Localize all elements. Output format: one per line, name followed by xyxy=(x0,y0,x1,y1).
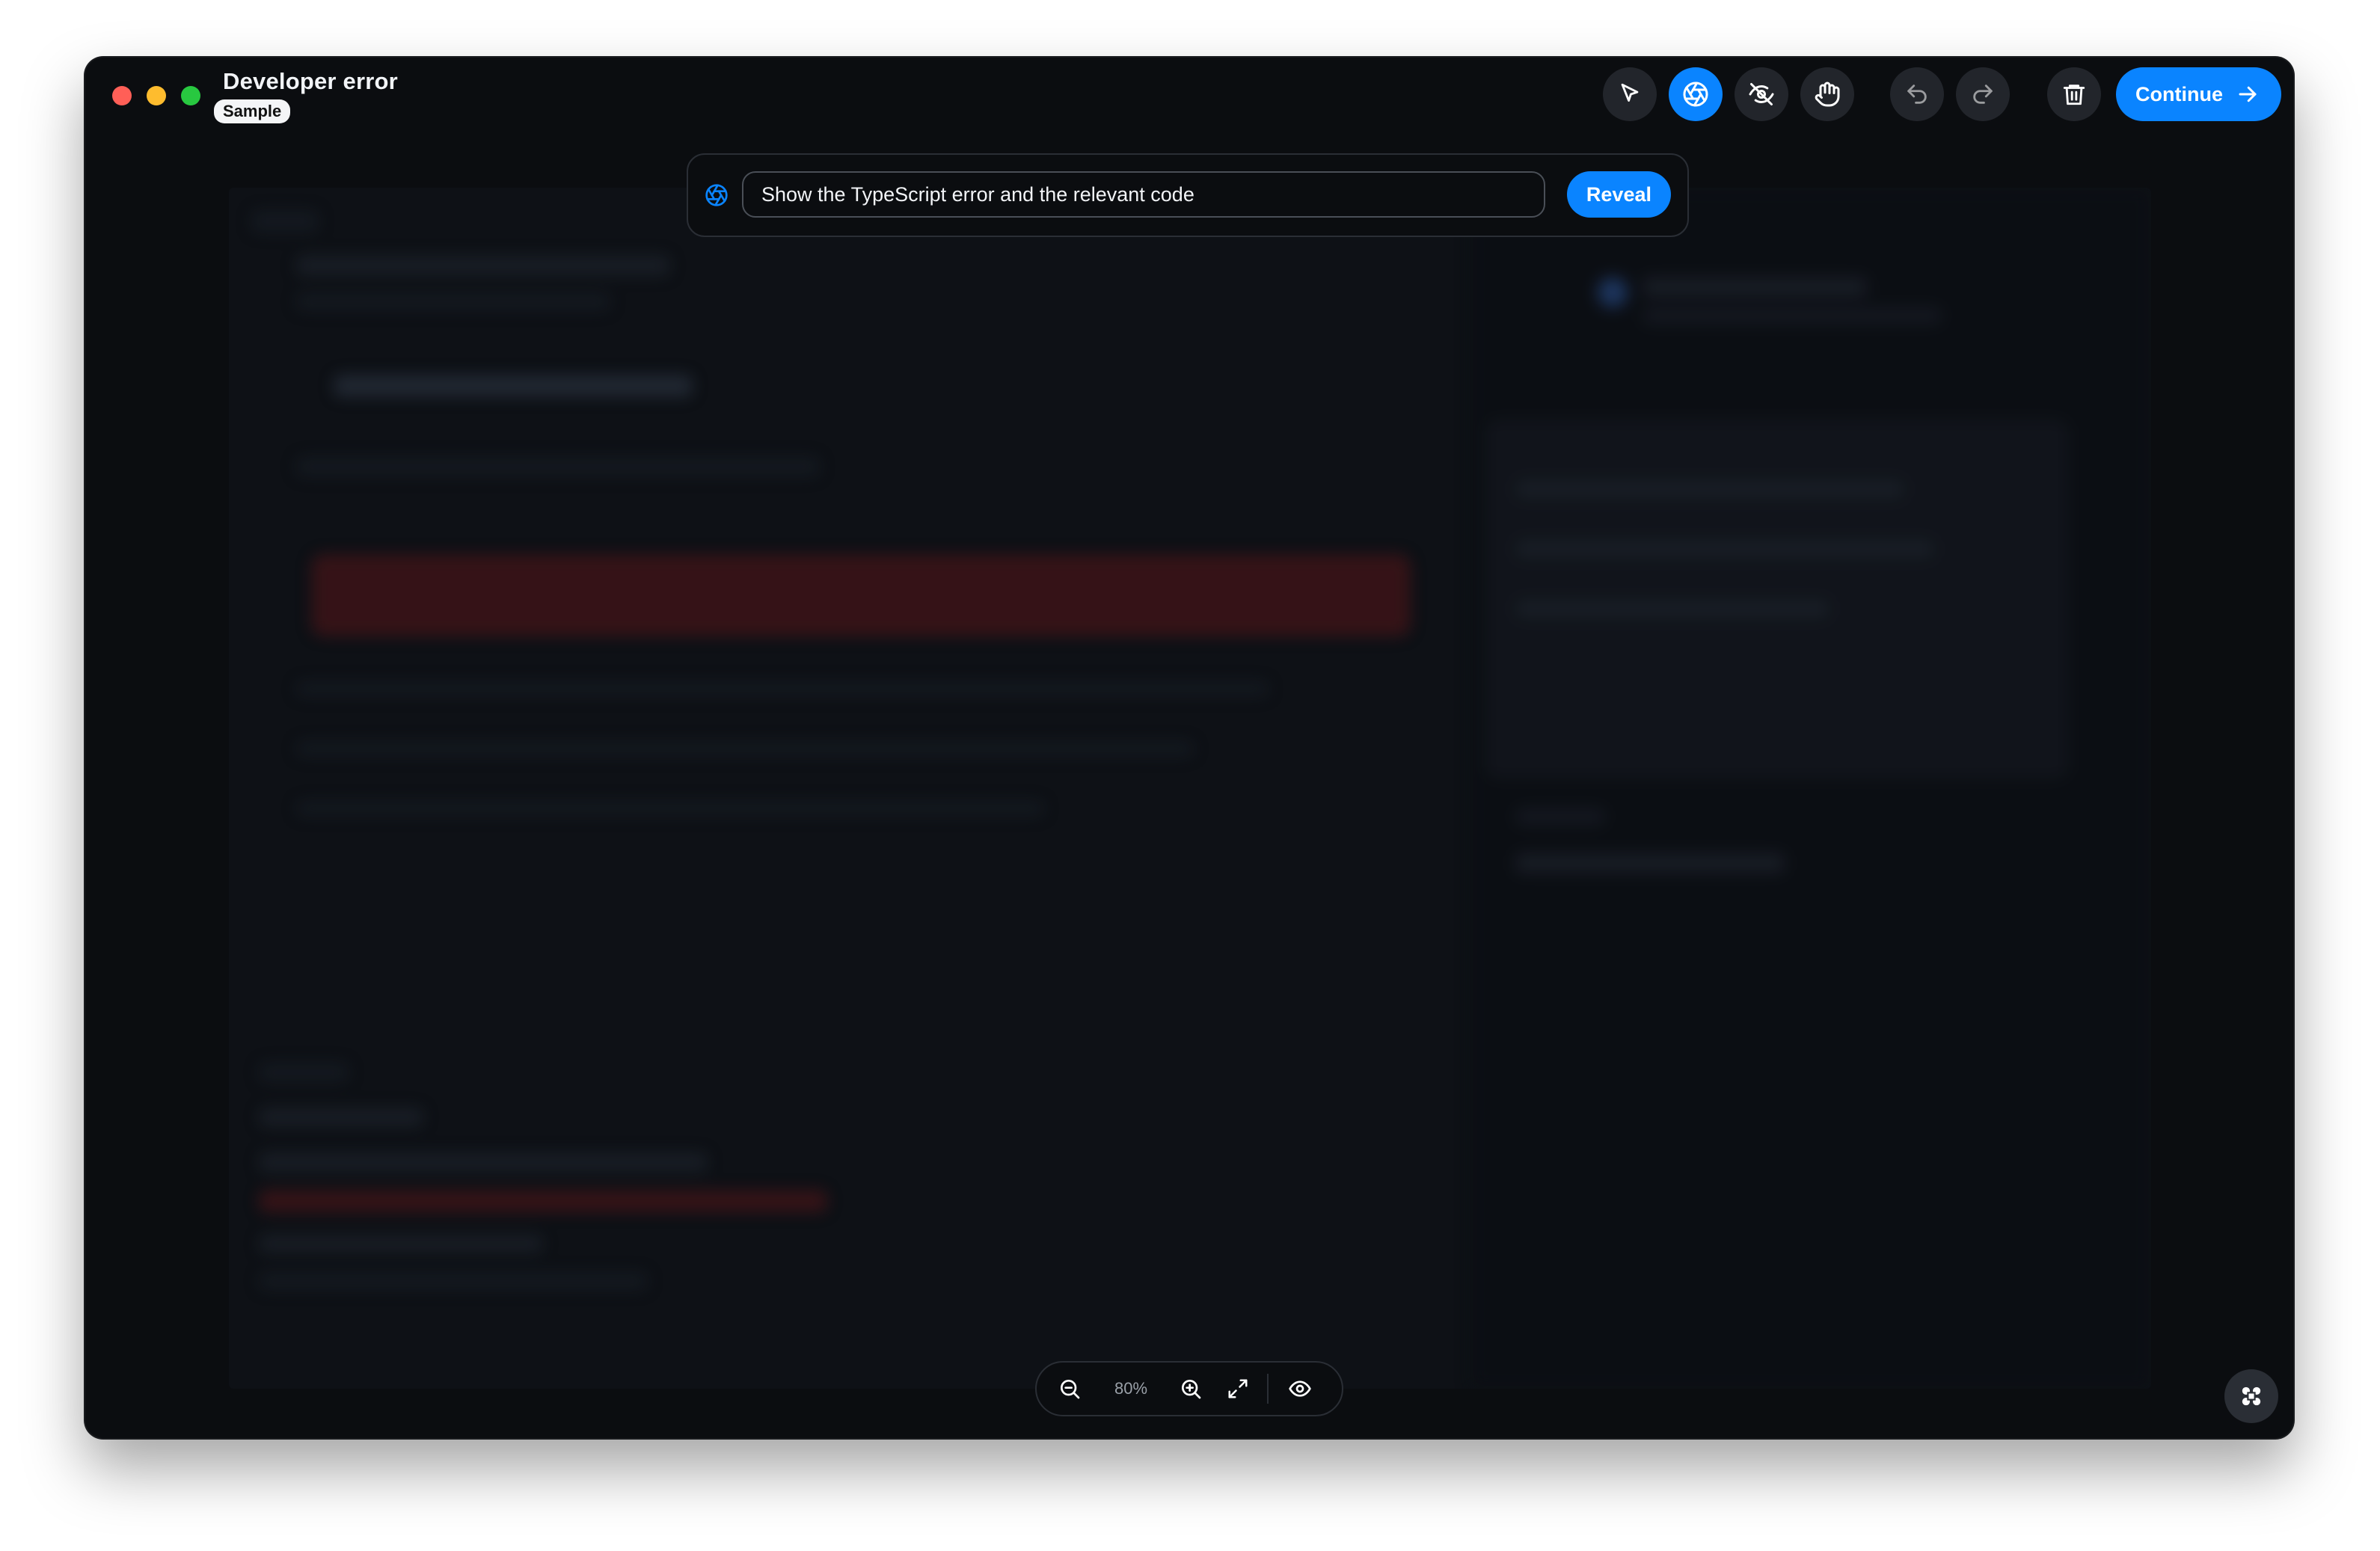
trash-icon xyxy=(2063,85,2085,105)
reveal-tool-button[interactable] xyxy=(1669,67,1723,121)
delete-button[interactable] xyxy=(2047,67,2102,121)
redo-button[interactable] xyxy=(1956,67,2011,121)
shortcuts-button[interactable] xyxy=(2224,1369,2278,1423)
aperture-icon xyxy=(1683,82,1708,107)
sample-badge: Sample xyxy=(214,99,291,123)
blurred-side-panel xyxy=(1470,188,2151,1389)
pan-tool-button[interactable] xyxy=(1800,67,1855,121)
expand-icon xyxy=(1228,1379,1248,1398)
cursor-arrow-icon xyxy=(1621,83,1639,102)
title-block: Developer error Sample xyxy=(214,68,398,123)
continue-label: Continue xyxy=(2135,82,2223,105)
reveal-prompt-bar: Reveal xyxy=(687,153,1689,237)
window-title: Developer error xyxy=(223,68,398,94)
undo-icon xyxy=(1907,85,1927,104)
reveal-button[interactable]: Reveal xyxy=(1566,171,1671,218)
hand-icon xyxy=(1815,82,1840,107)
toolbar: Continue xyxy=(1591,67,2281,121)
fit-screen-button[interactable] xyxy=(1227,1378,1249,1400)
hide-tool-button[interactable] xyxy=(1735,67,1789,121)
zoom-window-button[interactable] xyxy=(181,86,200,105)
zoom-controls: 80% xyxy=(1035,1361,1343,1416)
window-controls xyxy=(112,86,200,105)
minimize-window-button[interactable] xyxy=(147,86,166,105)
eye-icon xyxy=(1289,1380,1311,1397)
preview-canvas[interactable] xyxy=(229,188,2151,1389)
eye-off-icon xyxy=(1749,83,1774,105)
zoom-in-button[interactable] xyxy=(1179,1377,1203,1401)
zoom-out-button[interactable] xyxy=(1058,1377,1082,1401)
select-tool-button[interactable] xyxy=(1603,67,1657,121)
preview-visibility-button[interactable] xyxy=(1288,1377,1312,1401)
continue-button[interactable]: Continue xyxy=(2116,67,2281,121)
command-icon xyxy=(2242,1386,2261,1406)
undo-button[interactable] xyxy=(1890,67,1945,121)
reveal-prompt-input[interactable] xyxy=(742,171,1545,218)
redo-icon xyxy=(1973,85,1993,104)
arrow-right-icon xyxy=(2239,86,2257,102)
close-window-button[interactable] xyxy=(112,86,132,105)
zoom-level: 80% xyxy=(1114,1379,1148,1398)
zoom-out-icon xyxy=(1061,1380,1080,1399)
zoom-divider xyxy=(1267,1374,1269,1404)
app-window: Developer error Sample Continue Show the… xyxy=(84,56,2295,1440)
stage: Developer error Sample Continue Show the… xyxy=(0,0,2380,1551)
prompt-aperture-icon xyxy=(705,183,729,211)
zoom-in-icon xyxy=(1182,1380,1201,1399)
